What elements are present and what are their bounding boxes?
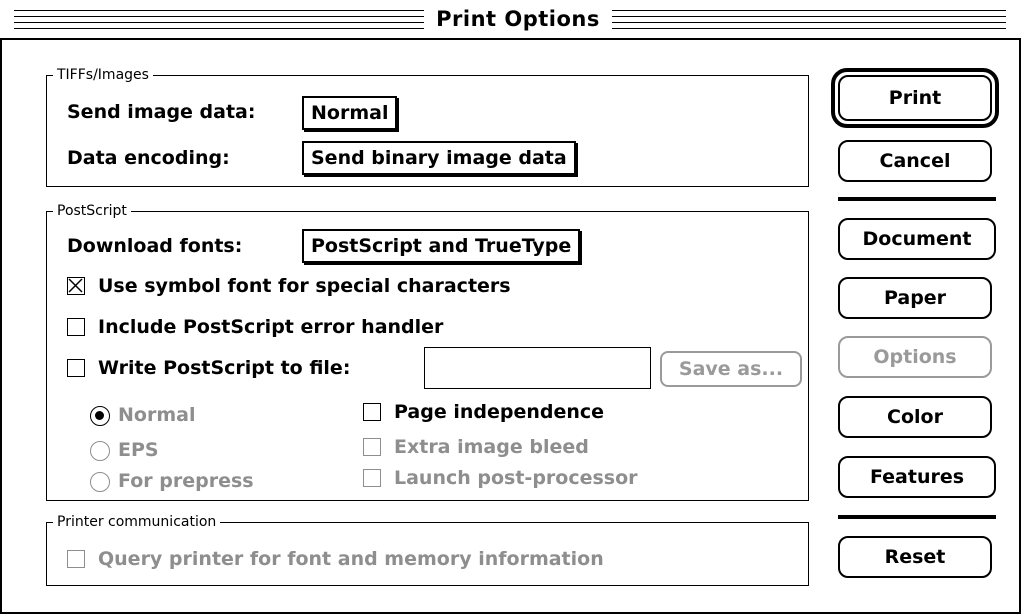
title-bar[interactable]: Print Options (0, 0, 1021, 40)
use-symbol-font-checkbox[interactable] (67, 277, 85, 295)
radio-normal[interactable] (90, 406, 110, 426)
paper-button[interactable]: Paper (838, 277, 992, 319)
data-encoding-popup[interactable]: Send binary image data (302, 141, 576, 175)
postscript-group-label: PostScript (53, 203, 131, 219)
send-image-data-popup[interactable]: Normal (302, 96, 398, 130)
radio-for-prepress[interactable] (90, 472, 110, 492)
write-to-file-label[interactable]: Write PostScript to file: (98, 354, 350, 382)
window-title: Print Options (424, 4, 612, 34)
title-bar-stripes-left (14, 7, 424, 31)
page-independence-checkbox[interactable] (363, 403, 381, 421)
launch-post-processor-checkbox[interactable] (363, 469, 381, 487)
radio-selected-dot (95, 411, 104, 420)
reset-button[interactable]: Reset (838, 536, 992, 578)
data-encoding-label: Data encoding: (67, 147, 230, 169)
save-as-button[interactable]: Save as... (660, 351, 802, 387)
button-separator (838, 197, 996, 201)
document-button[interactable]: Document (838, 218, 996, 260)
radio-for-prepress-label[interactable]: For prepress (118, 467, 254, 495)
send-image-data-label: Send image data: (67, 101, 256, 123)
title-bar-stripes-right (612, 7, 1006, 31)
radio-eps[interactable] (90, 441, 110, 461)
page-independence-label[interactable]: Page independence (394, 398, 604, 426)
extra-image-bleed-label[interactable]: Extra image bleed (394, 433, 589, 461)
radio-eps-label[interactable]: EPS (118, 436, 159, 464)
radio-normal-label[interactable]: Normal (118, 401, 195, 429)
features-button[interactable]: Features (838, 456, 996, 498)
options-button[interactable]: Options (838, 336, 992, 378)
launch-post-processor-label[interactable]: Launch post-processor (394, 464, 638, 492)
include-error-handler-label[interactable]: Include PostScript error handler (98, 313, 443, 341)
download-fonts-label: Download fonts: (67, 235, 243, 257)
include-error-handler-checkbox[interactable] (67, 318, 85, 336)
tiffs-images-group-label: TIFFs/Images (53, 67, 153, 83)
cancel-button[interactable]: Cancel (838, 140, 992, 182)
checkbox-x-icon (68, 278, 83, 293)
extra-image-bleed-checkbox[interactable] (363, 438, 381, 456)
query-printer-label[interactable]: Query printer for font and memory inform… (98, 545, 604, 573)
query-printer-checkbox[interactable] (67, 550, 85, 568)
download-fonts-popup[interactable]: PostScript and TrueType (302, 229, 581, 263)
write-to-file-checkbox[interactable] (67, 359, 85, 377)
printer-communication-group-label: Printer communication (53, 514, 221, 530)
use-symbol-font-label[interactable]: Use symbol font for special characters (98, 272, 511, 300)
button-separator-bottom (838, 515, 996, 519)
color-button[interactable]: Color (838, 396, 992, 438)
print-button[interactable]: Print (838, 75, 992, 121)
postscript-filename-field[interactable] (424, 347, 651, 389)
